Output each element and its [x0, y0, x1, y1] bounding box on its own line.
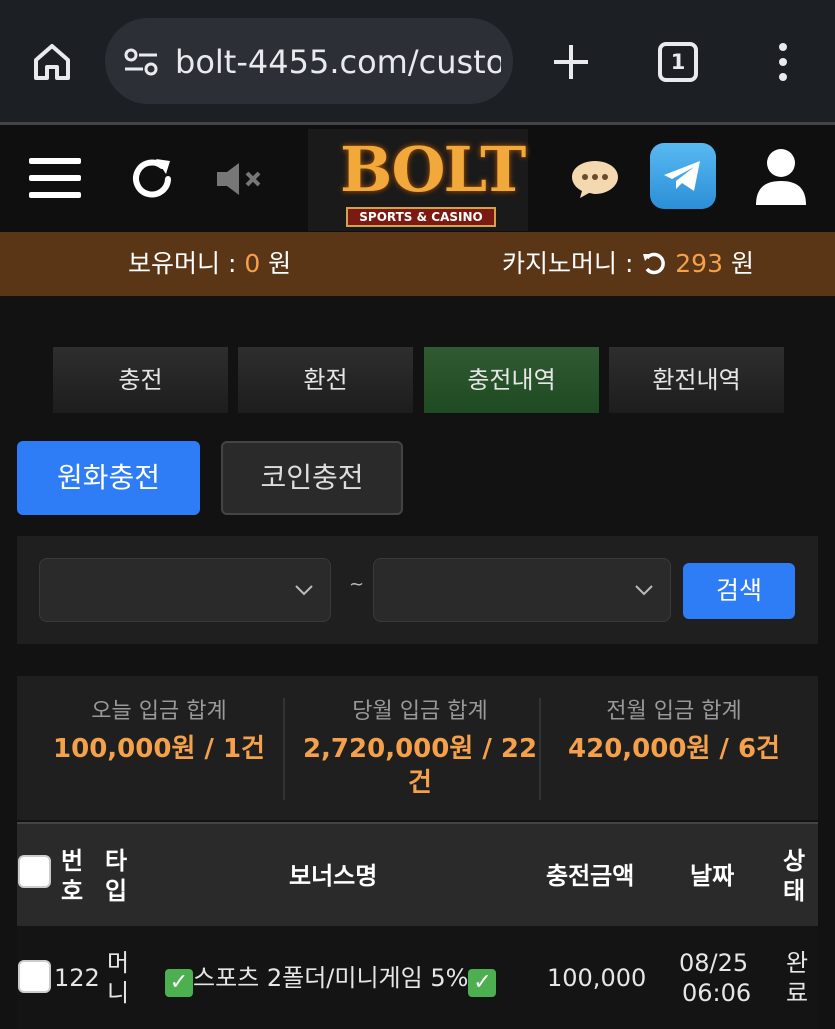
row-type: 머니: [107, 949, 130, 1007]
month-total: 당월 입금 합계 2,720,000원 / 22건: [292, 698, 548, 800]
end-date-select[interactable]: [373, 558, 671, 622]
header-amount: 충전금액: [546, 862, 635, 890]
row-checkbox[interactable]: [18, 960, 51, 993]
money-balance: 보유머니 : 0 원: [128, 249, 292, 278]
chat-icon[interactable]: [570, 159, 620, 199]
header-date: 날짜: [690, 862, 735, 890]
date-search-panel: ~ 검색: [17, 536, 818, 644]
user-icon[interactable]: [754, 147, 808, 207]
row-bonus-name: 스포츠 2폴더/미니게임 5%: [193, 964, 469, 992]
refresh-icon[interactable]: [128, 155, 176, 203]
casino-refresh-icon[interactable]: [641, 250, 667, 276]
divider: [539, 698, 541, 800]
date-range-separator: ~: [349, 574, 365, 595]
casino-balance: 카지노머니 : 293 원: [502, 249, 754, 278]
select-all-checkbox[interactable]: [18, 855, 51, 888]
divider: [283, 698, 285, 800]
search-button[interactable]: 검색: [683, 563, 795, 619]
last-month-total-value: 420,000원 / 6건: [568, 734, 780, 764]
tab-switcher-button[interactable]: 1: [658, 42, 698, 82]
coin-deposit-button[interactable]: 코인충전: [221, 441, 403, 515]
new-tab-icon[interactable]: [549, 40, 593, 84]
chevron-down-icon: [635, 585, 653, 596]
header-type: 타입: [105, 847, 128, 905]
url-text: bolt-4455.com/custo: [175, 43, 501, 81]
logo-sub-text: SPORTS & CASINO: [346, 207, 496, 227]
header-number: 번호: [61, 847, 84, 905]
table-row[interactable]: 122 머니 ✓ 스포츠 2폴더/미니게임 5% ✓ 100,000 08/25 0…: [17, 926, 818, 1029]
row-bonus: ✓ 스포츠 2폴더/미니게임 5% ✓: [165, 963, 497, 997]
header-bonus: 보너스명: [289, 862, 378, 890]
row-time: 06:06: [682, 979, 752, 1007]
last-month-total: 전월 입금 합계 420,000원 / 6건: [549, 698, 799, 766]
tab-withdraw[interactable]: 환전: [238, 347, 413, 413]
menu-icon[interactable]: [29, 155, 81, 201]
row-date: 08/25: [679, 949, 749, 977]
month-total-label: 당월 입금 합계: [352, 699, 488, 724]
site-settings-icon[interactable]: [123, 47, 159, 77]
browser-toolbar: bolt-4455.com/custo 1: [0, 0, 835, 122]
row-status: 완료: [786, 949, 809, 1007]
last-month-total-label: 전월 입금 합계: [606, 699, 742, 724]
row-amount: 100,000: [547, 964, 647, 992]
check-mark-icon: ✓: [468, 969, 497, 997]
row-number: 122: [54, 964, 100, 992]
deposit-summary: 오늘 입금 합계 100,000원 / 1건 당월 입금 합계 2,720,00…: [17, 676, 818, 820]
tab-deposit[interactable]: 충전: [53, 347, 228, 413]
site-logo[interactable]: BOLT SPORTS & CASINO: [308, 129, 528, 231]
header-status: 상태: [783, 847, 806, 905]
balance-bar: 보유머니 : 0 원 카지노머니 : 293 원: [0, 232, 835, 296]
telegram-button[interactable]: [650, 143, 716, 209]
tab-withdraw-history[interactable]: 환전내역: [609, 347, 784, 413]
mute-icon[interactable]: [215, 161, 265, 197]
telegram-icon: [664, 161, 700, 191]
table-header: 번호 타입 보너스명 충전금액 날짜 상태: [17, 822, 818, 926]
address-bar[interactable]: bolt-4455.com/custo: [105, 18, 513, 104]
money-value: 0: [244, 249, 261, 278]
check-mark-icon: ✓: [165, 969, 193, 997]
today-total: 오늘 입금 합계 100,000원 / 1건: [34, 698, 284, 766]
today-total-label: 오늘 입금 합계: [91, 699, 227, 724]
start-date-select[interactable]: [39, 558, 331, 622]
tab-deposit-history[interactable]: 충전내역: [424, 347, 599, 413]
won-deposit-button[interactable]: 원화충전: [17, 441, 200, 515]
home-icon[interactable]: [30, 40, 74, 84]
casino-value: 293: [675, 249, 723, 278]
month-total-value: 2,720,000원 / 22건: [302, 734, 538, 798]
more-options-icon[interactable]: [772, 40, 794, 84]
today-total-value: 100,000원 / 1건: [53, 734, 265, 764]
site-header: BOLT SPORTS & CASINO: [0, 122, 835, 232]
logo-main-text: BOLT: [340, 133, 526, 206]
chevron-down-icon: [295, 585, 313, 596]
